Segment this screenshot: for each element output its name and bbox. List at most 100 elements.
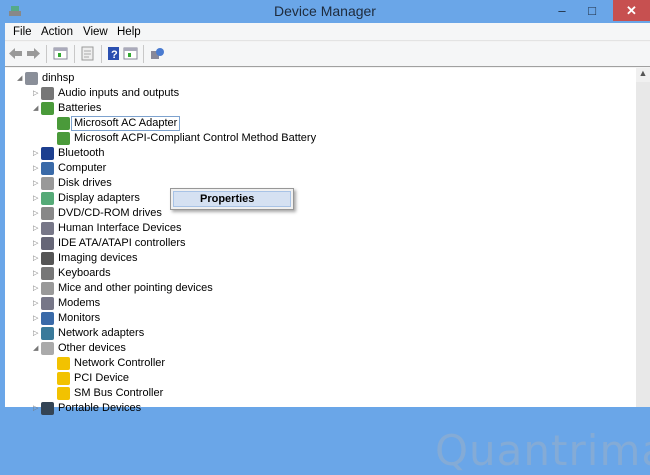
expand-arrow-icon[interactable]: ▷ [33, 206, 41, 221]
dvd-icon [41, 207, 54, 220]
tree-item[interactable]: Microsoft ACPI-Compliant Control Method … [5, 131, 625, 146]
expand-arrow-icon[interactable]: ▷ [33, 176, 41, 191]
tree-item[interactable]: ▷ Display adapters [5, 191, 625, 206]
maximize-button[interactable]: □ [578, 0, 606, 21]
tree-item[interactable]: ▷ Disk drives [5, 176, 625, 191]
action-pane-icon[interactable] [123, 46, 138, 61]
properties-icon[interactable] [80, 46, 95, 61]
bluetooth-icon [41, 147, 54, 160]
menu-view[interactable]: View [83, 26, 108, 38]
context-menu-properties[interactable]: Properties [173, 191, 291, 207]
vertical-scrollbar[interactable]: ▲ [636, 68, 650, 407]
tree-item-label: Imaging devices [58, 252, 138, 264]
help-icon[interactable]: ? [106, 46, 121, 61]
battery-icon [57, 132, 70, 145]
monitor-icon [41, 162, 54, 175]
tree-item[interactable]: ◢ dinhsp [5, 71, 625, 86]
tree-item-label: Mice and other pointing devices [58, 282, 213, 294]
scroll-up-icon[interactable]: ▲ [636, 68, 650, 82]
close-button[interactable]: ✕ [613, 0, 650, 21]
tree-item[interactable]: ▷ DVD/CD-ROM drives [5, 206, 625, 221]
expand-arrow-icon[interactable]: ▷ [33, 311, 41, 326]
tree-item-label: Portable Devices [58, 402, 142, 414]
menu-file[interactable]: File [13, 26, 32, 38]
tree-item[interactable]: Microsoft AC Adapter [5, 116, 625, 131]
expand-arrow-icon[interactable]: ▷ [33, 236, 41, 251]
tree-item-label: Other devices [58, 342, 126, 354]
tree-item-label: Modems [58, 297, 101, 309]
minimize-button[interactable]: – [548, 0, 576, 21]
tree-item[interactable]: Network Controller [5, 356, 625, 371]
tree-item-label: Keyboards [58, 267, 111, 279]
tree-item[interactable]: ▷ Keyboards [5, 266, 625, 281]
expand-arrow-icon[interactable]: ▷ [33, 146, 41, 161]
tree-item-label: Display adapters [58, 192, 140, 204]
window-body: File Action View Help ? ◢ dinhsp ▷ Audio in… [5, 23, 650, 475]
tree-item-label: Bluetooth [58, 147, 105, 159]
battery-icon [41, 102, 54, 115]
tree-item[interactable]: ◢ Other devices [5, 341, 625, 356]
expand-arrow-icon[interactable]: ▷ [33, 191, 41, 206]
expand-arrow-icon[interactable]: ▷ [33, 86, 41, 101]
camera-icon [41, 252, 54, 265]
keyboard-icon [41, 267, 54, 280]
tree-item[interactable]: ▷ Monitors [5, 311, 625, 326]
warning-device-icon [57, 357, 70, 370]
tree-item-label: Network adapters [58, 327, 145, 339]
svg-text:?: ? [111, 49, 118, 61]
menu-help[interactable]: Help [117, 26, 141, 38]
tree-item-label: Batteries [58, 102, 102, 114]
collapse-arrow-icon[interactable]: ◢ [33, 341, 41, 356]
expand-arrow-icon[interactable]: ▷ [33, 266, 41, 281]
tree-item[interactable]: ▷ Imaging devices [5, 251, 625, 266]
tree-item-label: Microsoft ACPI-Compliant Control Method … [74, 132, 317, 144]
tree-item[interactable]: ▷ Portable Devices [5, 401, 625, 416]
back-icon[interactable] [8, 46, 23, 61]
expand-arrow-icon[interactable]: ▷ [33, 326, 41, 341]
tree-item[interactable]: ▷ Mice and other pointing devices [5, 281, 625, 296]
menu-bar: File Action View Help [5, 23, 650, 41]
title-bar: Device Manager – □ ✕ [0, 0, 650, 23]
warning-device-icon [57, 372, 70, 385]
context-menu: Properties [170, 188, 294, 210]
computer-icon [25, 72, 38, 85]
monitor-icon [41, 312, 54, 325]
tree-item[interactable]: ▷ IDE ATA/ATAPI controllers [5, 236, 625, 251]
tree-item[interactable]: ◢ Batteries [5, 101, 625, 116]
scan-hardware-icon[interactable] [150, 46, 165, 61]
tree-item-label: Monitors [58, 312, 101, 324]
expand-arrow-icon[interactable]: ▷ [33, 281, 41, 296]
expand-arrow-icon[interactable]: ▷ [33, 296, 41, 311]
network-icon [41, 327, 54, 340]
tree-item-label: Computer [58, 162, 107, 174]
tree-item[interactable]: PCI Device [5, 371, 625, 386]
show-hide-console-tree-icon[interactable] [53, 46, 68, 61]
battery-icon [57, 117, 70, 130]
tree-item-label: Microsoft AC Adapter [71, 116, 181, 131]
tree-item[interactable]: ▷ Network adapters [5, 326, 625, 341]
expand-arrow-icon[interactable]: ▷ [33, 161, 41, 176]
tree-item-label: Disk drives [58, 177, 112, 189]
mouse-icon [41, 282, 54, 295]
tree-item[interactable]: ▷ Modems [5, 296, 625, 311]
tree-item[interactable]: ▷ Bluetooth [5, 146, 625, 161]
device-tree: ◢ dinhsp ▷ Audio inputs and outputs ◢ Batteri… [5, 68, 650, 475]
tree-item[interactable]: ▷ Audio inputs and outputs [5, 86, 625, 101]
tree-item-label: dinhsp [42, 72, 75, 84]
collapse-arrow-icon[interactable]: ◢ [17, 71, 25, 86]
portable-device-icon [41, 402, 54, 415]
tree-item[interactable]: ▷ Computer [5, 161, 625, 176]
menu-action[interactable]: Action [41, 26, 73, 38]
collapse-arrow-icon[interactable]: ◢ [33, 101, 41, 116]
forward-icon[interactable] [26, 46, 41, 61]
tree-item-label: DVD/CD-ROM drives [58, 207, 162, 219]
watermark: Quantrimang [435, 426, 650, 475]
ide-icon [41, 237, 54, 250]
expand-arrow-icon[interactable]: ▷ [33, 251, 41, 266]
expand-arrow-icon[interactable]: ▷ [33, 221, 41, 236]
hid-icon [41, 222, 54, 235]
expand-arrow-icon[interactable]: ▷ [33, 401, 41, 416]
tree-item[interactable]: SM Bus Controller [5, 386, 625, 401]
warning-device-icon [57, 387, 70, 400]
tree-item[interactable]: ▷ Human Interface Devices [5, 221, 625, 236]
